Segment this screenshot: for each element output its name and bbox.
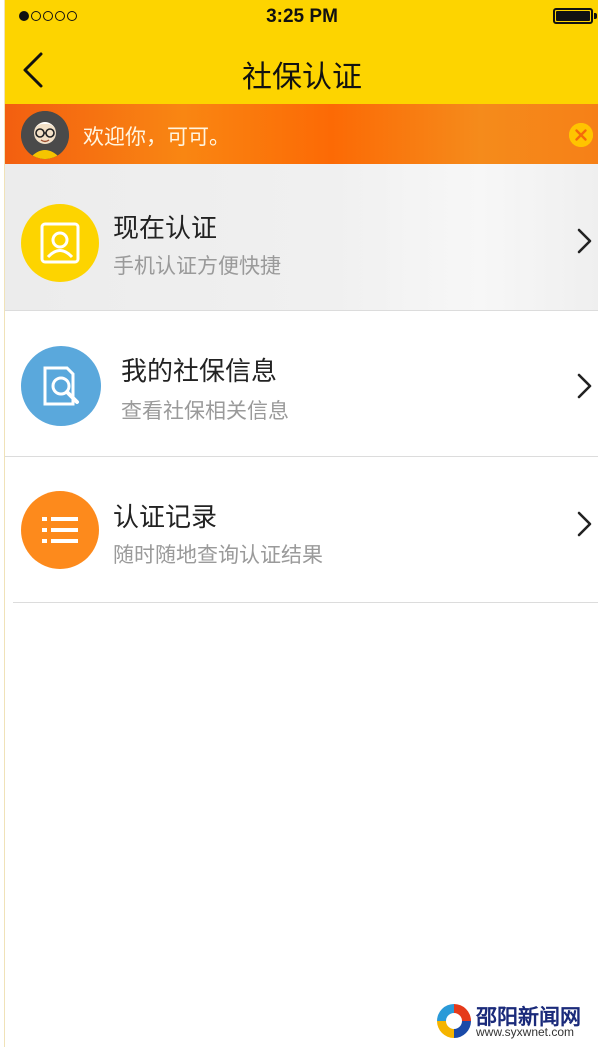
watermark-logo: 邵阳新闻网 www.syxwnet.com (434, 999, 590, 1043)
menu-item-authenticate-now[interactable]: 现在认证 手机认证方便快捷 (5, 164, 598, 310)
menu-item-title: 我的社保信息 (121, 357, 278, 387)
menu-item-title: 现在认证 (113, 214, 218, 244)
status-bar: 3:25 PM (5, 0, 598, 34)
page-title: 社保认证 (242, 60, 362, 95)
welcome-text: 欢迎你，可可。 (83, 125, 230, 149)
list-icon (21, 491, 99, 569)
site-logo-icon (436, 1003, 472, 1039)
menu-item-auth-records[interactable]: 认证记录 随时随地查询认证结果 (5, 457, 598, 603)
menu-item-my-social-security[interactable]: 我的社保信息 查看社保相关信息 (5, 311, 598, 457)
document-search-icon (21, 346, 101, 426)
watermark-url: www.syxwnet.com (476, 1025, 575, 1039)
menu-item-subtitle: 手机认证方便快捷 (113, 254, 281, 278)
avatar (21, 111, 69, 159)
divider (13, 602, 598, 603)
menu-item-subtitle: 查看社保相关信息 (121, 399, 289, 423)
welcome-banner: 欢迎你，可可。 (5, 104, 598, 164)
chevron-right-icon (577, 373, 592, 399)
nav-bar: 社保认证 (5, 34, 598, 104)
id-card-icon (21, 204, 99, 282)
app-screen: 3:25 PM 社保认证 欢迎你，可可。 现在认证 手机认证方便快捷 我的社保信… (4, 0, 598, 1047)
menu-item-subtitle: 随时随地查询认证结果 (113, 543, 323, 567)
chevron-right-icon (577, 228, 592, 254)
chevron-right-icon (577, 511, 592, 537)
battery-icon (553, 8, 597, 24)
close-banner-button[interactable] (569, 123, 593, 147)
close-circle-icon (569, 123, 593, 147)
menu-item-title: 认证记录 (113, 503, 218, 533)
status-time: 3:25 PM (266, 6, 338, 27)
top-bar: 3:25 PM 社保认证 (5, 0, 598, 104)
